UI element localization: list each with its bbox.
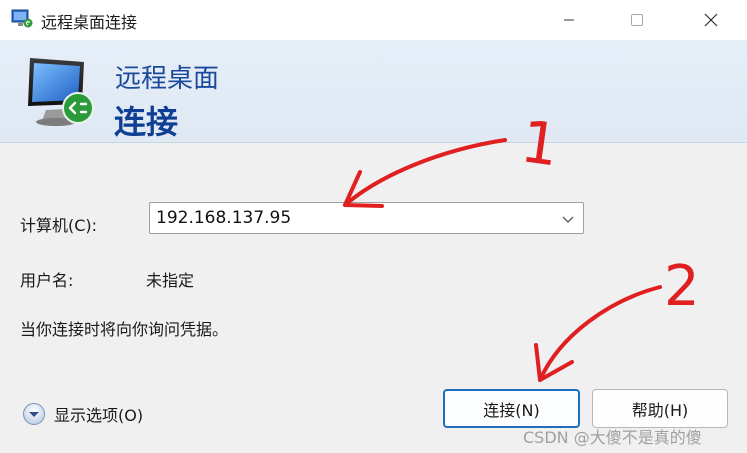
remote-desktop-icon [28,58,94,126]
minimize-button[interactable] [546,0,592,40]
annotation-arrow-1 [343,138,507,207]
connect-button[interactable]: 连接(N) [443,389,580,428]
computer-combobox[interactable]: 192.168.137.95 [149,202,584,234]
annotation-arrow-2 [538,285,662,382]
watermark-text: CSDN @大傻不是真的傻 [523,428,702,447]
minimize-icon [564,19,574,21]
maximize-icon [631,14,643,26]
annotation-arrowhead-2 [534,343,574,382]
banner-title-line2: 连接 [114,103,179,141]
chevron-down-icon[interactable] [561,212,575,226]
username-label: 用户名: [20,271,74,290]
username-value: 未指定 [146,271,195,290]
annotation-marker-2: 2 [664,254,700,319]
window-title: 远程桌面连接 [41,13,138,32]
header-banner: 远程桌面 连接 [0,40,747,143]
show-options-toggle[interactable]: 显示选项(O) [22,401,143,427]
computer-input[interactable]: 192.168.137.95 [156,208,291,228]
remote-desktop-app-icon [11,9,33,28]
show-options-label[interactable]: 显示选项(O) [54,402,143,426]
computer-label: 计算机(C): [20,216,98,235]
expand-options-icon[interactable] [22,402,46,426]
close-icon [704,13,718,27]
close-button[interactable] [688,0,734,40]
help-button[interactable]: 帮助(H) [592,389,728,428]
maximize-button[interactable] [614,0,660,40]
credentials-info-text: 当你连接时将向你询问凭据。 [20,320,229,339]
title-bar: 远程桌面连接 [0,0,747,40]
banner-title-line1: 远程桌面 [115,64,220,94]
annotation-arrowhead-1 [343,170,384,208]
